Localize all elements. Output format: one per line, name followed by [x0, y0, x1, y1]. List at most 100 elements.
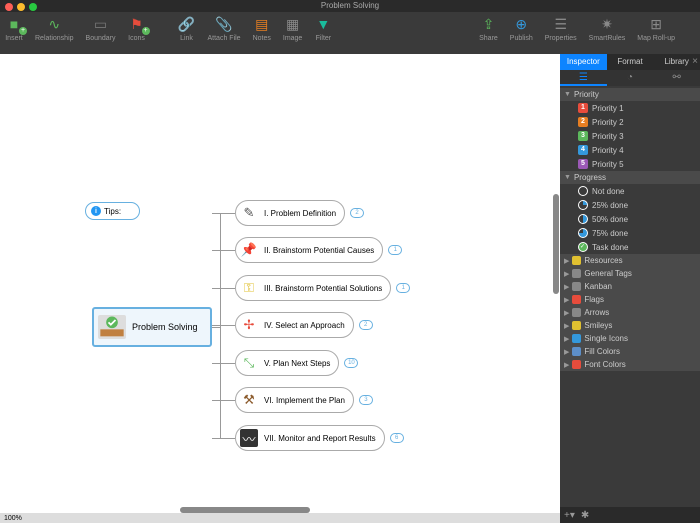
marker-item[interactable]: 25% done [560, 198, 700, 212]
markers-subtab[interactable]: ☰ [560, 70, 607, 86]
group-icon [572, 282, 581, 291]
relationship-button[interactable]: ∿Relationship [35, 15, 74, 42]
group-kanban[interactable]: ▶Kanban [560, 280, 700, 293]
smartrules-button[interactable]: ✷SmartRules [589, 15, 626, 42]
settings-button[interactable]: ✱ [581, 510, 589, 521]
group-icon [572, 360, 581, 369]
node-label: V. Plan Next Steps [264, 359, 330, 368]
marker-label: Priority 1 [592, 104, 624, 113]
disclosure-icon: ▶ [564, 322, 569, 330]
marker-item[interactable]: 50% done [560, 212, 700, 226]
child-node-5[interactable]: ⚒VI. Implement the Plan3 [235, 387, 354, 413]
priority-icon: 3 [578, 131, 588, 141]
child-node-4[interactable]: ⤡V. Plan Next Steps10 [235, 350, 339, 376]
info-icon: i [91, 206, 101, 216]
group-single-icons[interactable]: ▶Single Icons [560, 332, 700, 345]
link-button[interactable]: 🔗Link [178, 15, 196, 42]
group-flags[interactable]: ▶Flags [560, 293, 700, 306]
zoom-level[interactable]: 100% [4, 515, 22, 522]
group-priority[interactable]: ▼Priority [560, 88, 700, 101]
window-controls[interactable] [5, 0, 37, 14]
child-node-3[interactable]: ✢IV. Select an Approach2 [235, 312, 354, 338]
close-window[interactable] [5, 3, 13, 11]
marker-item[interactable]: 2Priority 2 [560, 115, 700, 129]
group-general-tags[interactable]: ▶General Tags [560, 267, 700, 280]
minimize-window[interactable] [17, 3, 25, 11]
rollup-label: Map Roll-up [637, 35, 675, 42]
group-font-colors[interactable]: ▶Font Colors [560, 358, 700, 371]
group-icon [572, 295, 581, 304]
marker-label: Priority 5 [592, 160, 624, 169]
node-label: II. Brainstorm Potential Causes [264, 246, 374, 255]
tab-inspector[interactable]: Inspector [560, 54, 607, 70]
group-resources[interactable]: ▶Resources [560, 254, 700, 267]
zoom-window[interactable] [29, 3, 37, 11]
notes-button[interactable]: ▤Notes [253, 15, 271, 42]
child-node-1[interactable]: 📌II. Brainstorm Potential Causes1 [235, 237, 383, 263]
child-count-badge[interactable]: 2 [350, 208, 364, 218]
icons-icon: ⚑+ [128, 15, 146, 33]
marker-item[interactable]: 5 Priority 5 [560, 157, 700, 171]
status-bar: 100% [0, 513, 560, 523]
publish-button[interactable]: ⊕Publish [510, 15, 533, 42]
canvas[interactable]: i Tips: Problem Solving ✎I. Problem Defi… [0, 54, 560, 523]
insert-button[interactable]: ■+Insert [5, 15, 23, 42]
relationship-icon: ∿ [45, 15, 63, 33]
share-button[interactable]: ⇪Share [479, 15, 498, 42]
properties-button[interactable]: ☰Properties [545, 15, 577, 42]
child-count-badge[interactable]: 1 [396, 283, 410, 293]
child-count-badge[interactable]: 2 [359, 320, 373, 330]
tips-node[interactable]: i Tips: [85, 202, 140, 220]
group-label: Single Icons [584, 334, 628, 343]
marker-item[interactable]: Not done [560, 184, 700, 198]
task-subtab[interactable]: ◔ [607, 70, 654, 86]
filter-button[interactable]: ▼Filter [314, 15, 332, 42]
disclosure-icon: ▼ [564, 174, 571, 181]
group-label: Font Colors [584, 360, 625, 369]
attach-button[interactable]: 📎Attach File [208, 15, 241, 42]
inspector-panel: InspectorFormatLibrary ☰ ◔ ⚯ ▼Priority1P… [560, 54, 700, 523]
boundary-icon: ▭ [92, 15, 110, 33]
child-count-badge[interactable]: 1 [388, 245, 402, 255]
vertical-scrollbar[interactable] [553, 194, 559, 294]
child-count-badge[interactable]: 10 [344, 358, 358, 368]
rollup-button[interactable]: ⊞Map Roll-up [637, 15, 675, 42]
group-arrows[interactable]: ▶Arrows [560, 306, 700, 319]
group-smileys[interactable]: ▶Smileys [560, 319, 700, 332]
child-node-0[interactable]: ✎I. Problem Definition2 [235, 200, 345, 226]
attach-label: Attach File [208, 35, 241, 42]
child-node-6[interactable]: 〰VII. Monitor and Report Results6 [235, 425, 385, 451]
boundary-label: Boundary [86, 35, 116, 42]
child-count-badge[interactable]: 3 [359, 395, 373, 405]
marker-label: Priority 3 [592, 132, 624, 141]
boundary-button[interactable]: ▭ Boundary [86, 15, 116, 42]
marker-item[interactable]: 1Priority 1 [560, 101, 700, 115]
image-button[interactable]: ▦Image [283, 15, 302, 42]
marker-item[interactable]: ✓Task done [560, 240, 700, 254]
link-subtab[interactable]: ⚯ [653, 70, 700, 86]
image-icon: ▦ [284, 15, 302, 33]
tab-format[interactable]: Format [607, 54, 654, 70]
child-count-badge[interactable]: 6 [390, 433, 404, 443]
node-label: III. Brainstorm Potential Solutions [264, 284, 382, 293]
marker-item[interactable]: 3 Priority 3 [560, 129, 700, 143]
marker-tree: ▼Priority1Priority 12Priority 2 3 Priority… [560, 86, 700, 507]
root-icon [98, 315, 126, 339]
add-marker-button[interactable]: +▾ [564, 510, 575, 521]
group-progress[interactable]: ▼Progress [560, 171, 700, 184]
node-icon: ⤡ [240, 354, 258, 372]
share-label: Share [479, 35, 498, 42]
root-node[interactable]: Problem Solving [92, 307, 212, 347]
marker-label: Not done [592, 187, 624, 196]
group-fill-colors[interactable]: ▶Fill Colors [560, 345, 700, 358]
marker-item[interactable]: 75% done [560, 226, 700, 240]
icons-button[interactable]: ⚑+Icons [128, 15, 146, 42]
child-node-2[interactable]: ⚿III. Brainstorm Potential Solutions1 [235, 275, 391, 301]
node-icon: ✢ [240, 316, 258, 334]
notes-label: Notes [253, 35, 271, 42]
marker-item[interactable]: 4Priority 4 [560, 143, 700, 157]
disclosure-icon: ▶ [564, 283, 569, 291]
priority-icon: 5 [578, 159, 588, 169]
group-icon [572, 256, 581, 265]
close-panel-icon[interactable]: × [692, 56, 698, 67]
